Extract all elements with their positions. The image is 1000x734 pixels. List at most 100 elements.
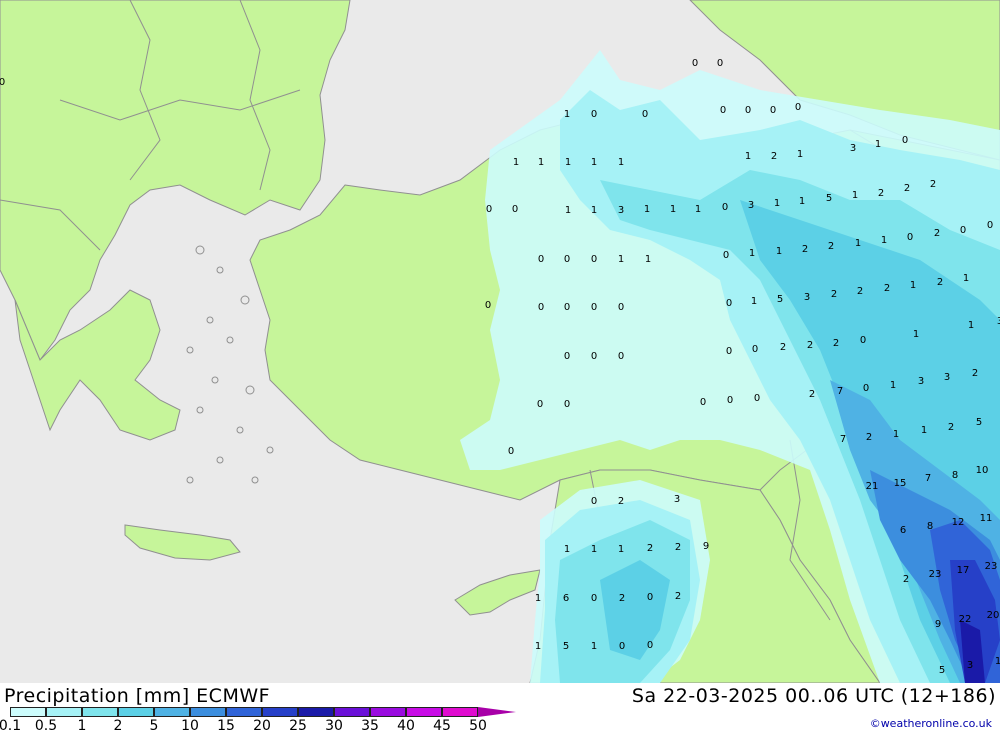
map-value: 10 [976, 465, 989, 476]
map-value: 5 [976, 417, 982, 428]
map-value: 0 [508, 446, 514, 457]
map-value: 1 [776, 246, 782, 257]
map-value: 0 [486, 204, 492, 215]
map-value: 1 [745, 151, 751, 162]
map-value: 12 [952, 517, 965, 528]
map-value: 1 [695, 204, 701, 215]
map-value: 23 [985, 561, 998, 572]
precipitation-map: 0000000100121310111110011311103115122200… [0, 0, 1000, 684]
map-title: Precipitation [mm] ECMWF [4, 685, 271, 707]
legend-arrow [478, 707, 516, 717]
map-value: 0 [726, 298, 732, 309]
map-value: 1 [538, 157, 544, 168]
map-value: 0 [902, 135, 908, 146]
map-value: 1 [797, 149, 803, 160]
map-value: 0 [564, 399, 570, 410]
map-value: 1 [749, 248, 755, 259]
map-value: 1 [591, 157, 597, 168]
map-value: 1 [564, 544, 570, 555]
map-value: 2 [809, 389, 815, 400]
map-value: 1 [910, 280, 916, 291]
legend-label: 25 [289, 718, 307, 734]
legend-label: 10 [181, 718, 199, 734]
legend-swatch [10, 707, 46, 717]
legend-label: 1 [77, 718, 87, 734]
map-value: 7 [925, 473, 931, 484]
legend-swatch [118, 707, 154, 717]
legend-label: 40 [397, 718, 415, 734]
map-value: 9 [935, 619, 941, 630]
map-value: 0 [700, 397, 706, 408]
map-value: 1 [963, 273, 969, 284]
map-value: 3 [967, 660, 973, 671]
map-value: 1 [591, 544, 597, 555]
map-value: 15 [894, 478, 907, 489]
map-value: 0 [591, 302, 597, 313]
map-value: 1 [618, 157, 624, 168]
map-value: 0 [0, 77, 5, 88]
map-value: 1 [799, 196, 805, 207]
legend-swatch [406, 707, 442, 717]
legend-label: 30 [325, 718, 343, 734]
map-value: 1 [591, 205, 597, 216]
map-value: 0 [754, 393, 760, 404]
map-value: 1 [670, 204, 676, 215]
map-value: 0 [692, 58, 698, 69]
map-value: 0 [538, 254, 544, 265]
map-value: 3 [748, 200, 754, 211]
map-value: 8 [927, 521, 933, 532]
map-value: 0 [618, 351, 624, 362]
map-value: 2 [972, 368, 978, 379]
map-value: 0 [642, 109, 648, 120]
map-value: 5 [563, 641, 569, 652]
map-value: 2 [934, 228, 940, 239]
map-value: 0 [591, 351, 597, 362]
legend-swatch [82, 707, 118, 717]
legend-label: 35 [361, 718, 379, 734]
credit-link[interactable]: ©weatheronline.co.uk [870, 717, 992, 730]
map-value: 1 [618, 544, 624, 555]
valid-time: Sa 22-03-2025 00..06 UTC (12+186) [631, 685, 996, 707]
legend-label: 2 [113, 718, 123, 734]
map-value: 0 [727, 395, 733, 406]
map-value: 0 [564, 254, 570, 265]
map-value: 1 [995, 656, 1000, 667]
legend-swatch [190, 707, 226, 717]
map-value: 0 [537, 399, 543, 410]
map-value: 5 [826, 193, 832, 204]
map-value: 2 [884, 283, 890, 294]
map-value: 0 [720, 105, 726, 116]
map-value: 3 [850, 143, 856, 154]
map-value: 6 [900, 525, 906, 536]
map-value: 5 [777, 294, 783, 305]
map-value: 0 [564, 351, 570, 362]
map-value: 2 [948, 422, 954, 433]
map-value: 0 [538, 302, 544, 313]
map-value: 0 [907, 232, 913, 243]
map-value: 3 [804, 292, 810, 303]
map-value: 3 [944, 372, 950, 383]
map-value: 1 [913, 329, 919, 340]
map-value: 1 [535, 641, 541, 652]
map-value: 2 [780, 342, 786, 353]
map-value: 0 [647, 592, 653, 603]
map-value: 1 [535, 593, 541, 604]
map-value: 0 [723, 250, 729, 261]
map-value: 2 [831, 289, 837, 300]
map-value: 2 [833, 338, 839, 349]
map-value: 0 [647, 640, 653, 651]
legend-label: 0.5 [34, 718, 58, 734]
map-value: 0 [795, 102, 801, 113]
map-value: 11 [980, 513, 993, 524]
map-value: 2 [937, 277, 943, 288]
map-value: 1 [564, 109, 570, 120]
map-value: 1 [751, 296, 757, 307]
map-value: 20 [987, 610, 1000, 621]
map-value: 2 [807, 340, 813, 351]
map-value: 0 [722, 202, 728, 213]
map-value: 9 [703, 541, 709, 552]
map-value: 1 [855, 238, 861, 249]
map-value: 2 [878, 188, 884, 199]
map-value: 0 [564, 302, 570, 313]
map-value: 1 [645, 254, 651, 265]
